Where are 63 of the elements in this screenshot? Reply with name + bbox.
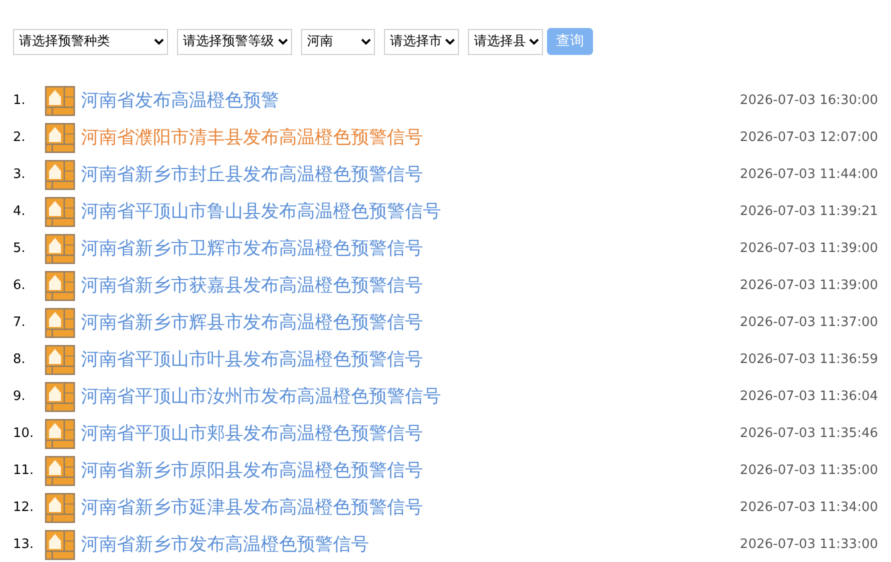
warning-sign-icon [45,456,75,486]
alert-time: 2026-07-03 11:36:04 [740,388,878,406]
item-number: 5. [13,240,26,258]
alert-time: 2026-07-03 11:39:21 [740,202,878,221]
item-number: 4. [13,202,26,221]
alert-time: 2026-07-03 11:34:00 [740,498,878,517]
dropdown[interactable]: 请选择预警等级 [177,28,292,54]
item-number: 9. [13,388,26,406]
item-number: 10. [13,424,35,443]
alert-time: 2026-07-03 11:37:00 [740,314,878,332]
alert-time: 2026-07-03 11:36:59 [740,350,878,369]
alert-link[interactable]: 河南省新乡市延津县发布高温橙色预警信号 [81,494,423,521]
warning-sign-icon [45,234,75,264]
item-number: 2. [13,128,26,147]
alert-time: 2026-07-03 11:33:00 [740,536,878,554]
warning-sign-icon [45,344,75,374]
alert-time: 2026-07-03 11:39:00 [740,240,878,258]
alert-link[interactable]: 河南省新乡市卫辉市发布高温橙色预警信号 [81,235,423,262]
dropdown[interactable]: 请选择预警种类 [13,28,168,54]
warning-sign-icon [45,492,75,522]
warning-sign-icon [45,308,75,338]
item-number: 7. [13,314,26,332]
alert-link[interactable]: 河南省新乡市辉县市发布高温橙色预警信号 [81,309,423,336]
alert-time: 2026-07-03 11:35:00 [740,462,878,480]
dropdown[interactable]: 请选择县 [468,28,543,54]
alert-time: 2026-07-03 11:44:00 [740,166,878,184]
alert-link[interactable]: 河南省新乡市封丘县发布高温橙色预警信号 [81,161,423,188]
warning-sign-icon [45,122,75,152]
dropdown[interactable]: 河南 [301,28,375,54]
dropdown[interactable]: 请选择市 [384,28,459,54]
item-number: 11. [13,462,35,480]
alert-link[interactable]: 河南省平顶山市郏县发布高温橙色预警信号 [81,420,423,447]
alert-link[interactable]: 河南省平顶山市鲁山县发布高温橙色预警信号 [81,198,441,225]
warning-sign-icon [45,382,75,412]
alert-time: 2026-07-03 16:30:00 [740,92,878,110]
warning-sign-icon [45,270,75,300]
chevron-down-icon [154,38,164,45]
alert-link[interactable]: 河南省平顶山市叶县发布高温橙色预警信号 [81,346,423,373]
alert-time: 2026-07-03 11:39:00 [740,276,878,295]
warning-sign-icon [45,196,75,226]
item-number: 1. [13,92,26,110]
chevron-down-icon [445,38,455,45]
item-number: 13. [13,536,35,554]
alert-link[interactable]: 河南省发布高温橙色预警 [81,87,279,114]
item-number: 6. [13,276,26,295]
item-number: 3. [13,166,26,184]
alert-link[interactable]: 河南省新乡市原阳县发布高温橙色预警信号 [81,457,423,484]
search-button[interactable]: 查询 [547,28,593,55]
alert-link[interactable]: 河南省平顶山市汝州市发布高温橙色预警信号 [81,383,441,410]
alert-link[interactable]: 河南省新乡市发布高温橙色预警信号 [81,531,369,558]
alert-time: 2026-07-03 12:07:00 [740,128,878,147]
warning-sign-icon [45,418,75,448]
alert-link[interactable]: 河南省新乡市获嘉县发布高温橙色预警信号 [81,272,423,299]
chevron-down-icon [278,38,288,45]
alert-link[interactable]: 河南省濮阳市清丰县发布高温橙色预警信号 [81,124,423,151]
warning-sign-icon [45,530,75,560]
chevron-down-icon [529,38,539,45]
item-number: 8. [13,350,26,369]
item-number: 12. [13,498,35,517]
chevron-down-icon [361,38,371,45]
alert-time: 2026-07-03 11:35:46 [740,424,878,443]
warning-sign-icon [45,160,75,190]
warning-sign-icon [45,86,75,116]
